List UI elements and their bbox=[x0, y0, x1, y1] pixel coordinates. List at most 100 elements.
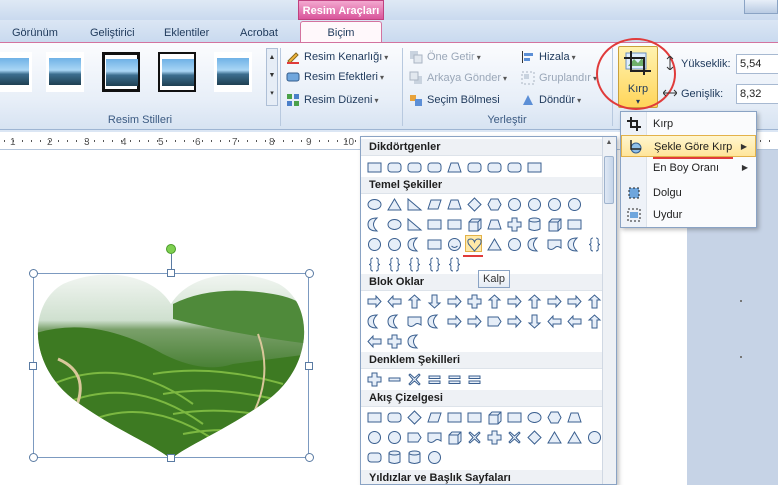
shape-arrowR-icon[interactable] bbox=[445, 292, 462, 309]
shape-moon-icon[interactable] bbox=[385, 312, 402, 329]
shape-arrowD-icon[interactable] bbox=[525, 312, 542, 329]
shape-circ-icon[interactable] bbox=[365, 428, 382, 445]
shape-rtri-icon[interactable] bbox=[405, 215, 423, 232]
shape-round-icon[interactable] bbox=[485, 158, 502, 175]
shape-smile-icon[interactable] bbox=[445, 235, 462, 252]
bring-forward-button[interactable]: Öne Getir ▾ bbox=[409, 48, 481, 66]
selection-pane-button[interactable]: Seçim Bölmesi bbox=[409, 91, 500, 109]
shape-rect-icon[interactable] bbox=[445, 408, 462, 425]
shape-rect-icon[interactable] bbox=[445, 215, 462, 232]
resize-handle-top-left[interactable] bbox=[29, 269, 38, 278]
shape-arrowU-icon[interactable] bbox=[525, 292, 542, 309]
shape-oval-icon[interactable] bbox=[365, 195, 382, 212]
shape-tri-icon[interactable] bbox=[565, 428, 582, 445]
shape-rect-icon[interactable] bbox=[565, 215, 582, 232]
menu-item-fill[interactable]: Dolgu bbox=[621, 182, 756, 204]
shape-plus-icon[interactable] bbox=[365, 370, 382, 387]
shape-times-icon[interactable] bbox=[505, 428, 522, 445]
shape-arrowL-icon[interactable] bbox=[385, 292, 402, 309]
shape-cyl-icon[interactable] bbox=[405, 448, 422, 465]
shape-diamond-icon[interactable] bbox=[465, 195, 482, 212]
shape-arrowR-icon[interactable] bbox=[505, 292, 522, 309]
shape-moon-icon[interactable] bbox=[565, 235, 582, 252]
shape-para-icon[interactable] bbox=[425, 195, 442, 212]
picture-style-3[interactable] bbox=[102, 52, 140, 92]
shape-cube-icon[interactable] bbox=[545, 215, 562, 232]
shape-tri-icon[interactable] bbox=[545, 428, 562, 445]
rotation-handle[interactable] bbox=[166, 244, 176, 254]
shape-circ-icon[interactable] bbox=[545, 195, 562, 212]
shape-circ-icon[interactable] bbox=[385, 428, 402, 445]
rotate-button[interactable]: Döndür ▾ bbox=[521, 91, 581, 109]
shape-oval-icon[interactable] bbox=[525, 408, 542, 425]
shape-minus-icon[interactable] bbox=[385, 370, 402, 387]
shape-round-icon[interactable] bbox=[365, 448, 382, 465]
shape-rect-icon[interactable] bbox=[465, 408, 482, 425]
shape-times-icon[interactable] bbox=[465, 428, 482, 445]
resize-handle-right[interactable] bbox=[305, 362, 313, 370]
resize-handle-top-right[interactable] bbox=[305, 269, 314, 278]
shape-moon-icon[interactable] bbox=[365, 312, 382, 329]
shape-cyl-icon[interactable] bbox=[525, 215, 542, 232]
menu-item-fit[interactable]: Uydur bbox=[621, 204, 756, 226]
shape-hex-icon[interactable] bbox=[485, 195, 502, 212]
shape-trap-icon[interactable] bbox=[445, 195, 462, 212]
shape-arrowR-icon[interactable] bbox=[565, 292, 582, 309]
resize-handle-bottom-left[interactable] bbox=[29, 453, 38, 462]
shape-moon-icon[interactable] bbox=[425, 312, 442, 329]
shape-circ-icon[interactable] bbox=[505, 195, 522, 212]
shape-arrowU-icon[interactable] bbox=[485, 292, 502, 309]
shape-circ-icon[interactable] bbox=[525, 195, 542, 212]
resize-handle-left[interactable] bbox=[29, 362, 37, 370]
shape-moon-icon[interactable] bbox=[405, 332, 422, 349]
shape-circ-icon[interactable] bbox=[585, 428, 602, 445]
group-button[interactable]: Gruplandır ▾ bbox=[521, 69, 597, 87]
shape-brace-icon[interactable] bbox=[405, 255, 422, 272]
shape-equal-icon[interactable] bbox=[465, 370, 482, 387]
shape-arrowL-icon[interactable] bbox=[545, 312, 562, 329]
shape-arrowU-icon[interactable] bbox=[585, 312, 602, 329]
shape-arrowL-icon[interactable] bbox=[565, 312, 582, 329]
shape-brace-icon[interactable] bbox=[445, 255, 462, 272]
shape-oval-icon[interactable] bbox=[385, 215, 402, 232]
shape-arrowR-icon[interactable] bbox=[505, 312, 522, 329]
shape-wave-icon[interactable] bbox=[545, 235, 562, 252]
shape-round-icon[interactable] bbox=[405, 158, 422, 175]
shape-moon-icon[interactable] bbox=[365, 215, 382, 232]
shape-trap-icon[interactable] bbox=[485, 215, 502, 232]
shape-times-icon[interactable] bbox=[405, 370, 422, 387]
tab-acrobat[interactable]: Acrobat bbox=[240, 24, 278, 42]
shape-equal-icon[interactable] bbox=[445, 370, 462, 387]
picture-style-4[interactable] bbox=[158, 52, 196, 92]
shape-pent-icon[interactable] bbox=[485, 312, 502, 329]
tab-developer[interactable]: Geliştirici bbox=[90, 24, 135, 42]
picture-style-2[interactable] bbox=[46, 52, 84, 92]
shape-moon-icon[interactable] bbox=[405, 235, 422, 252]
picture-border-button[interactable]: Resim Kenarlığı ▾ bbox=[286, 48, 388, 66]
shape-cube-icon[interactable] bbox=[465, 215, 482, 232]
shape-arrowU-icon[interactable] bbox=[585, 292, 602, 309]
shape-cyl-icon[interactable] bbox=[385, 448, 402, 465]
shape-plus-icon[interactable] bbox=[385, 332, 402, 349]
shape-circ-icon[interactable] bbox=[365, 235, 382, 252]
height-input[interactable]: 5,54 cm bbox=[736, 54, 778, 74]
shape-plus-icon[interactable] bbox=[465, 292, 482, 309]
gallery-scrollbar-thumb[interactable] bbox=[604, 156, 614, 204]
shape-arrowD-icon[interactable] bbox=[425, 292, 442, 309]
send-backward-button[interactable]: Arkaya Gönder ▾ bbox=[409, 69, 507, 87]
shape-gallery-dropdown[interactable]: Dikdörtgenler Temel Şekiller Blok Oklar … bbox=[360, 136, 617, 485]
resize-handle-bottom-right[interactable] bbox=[305, 453, 314, 462]
shape-round-icon[interactable] bbox=[385, 158, 402, 175]
shape-wave-icon[interactable] bbox=[405, 312, 422, 329]
shape-tri-icon[interactable] bbox=[485, 235, 502, 252]
tab-view[interactable]: Görünüm bbox=[12, 24, 58, 42]
scroll-up-arrow[interactable]: ▲ bbox=[604, 139, 614, 149]
shape-plus-icon[interactable] bbox=[505, 215, 522, 232]
shape-arrowR-icon[interactable] bbox=[545, 292, 562, 309]
shape-wave-icon[interactable] bbox=[425, 428, 442, 445]
shape-circ-icon[interactable] bbox=[565, 195, 582, 212]
picture-style-5[interactable] bbox=[214, 52, 252, 92]
shape-round-icon[interactable] bbox=[385, 408, 402, 425]
menu-item-crop-to-shape[interactable]: Şekle Göre Kırp ▶ bbox=[621, 135, 756, 157]
resize-handle-bottom[interactable] bbox=[167, 454, 175, 462]
